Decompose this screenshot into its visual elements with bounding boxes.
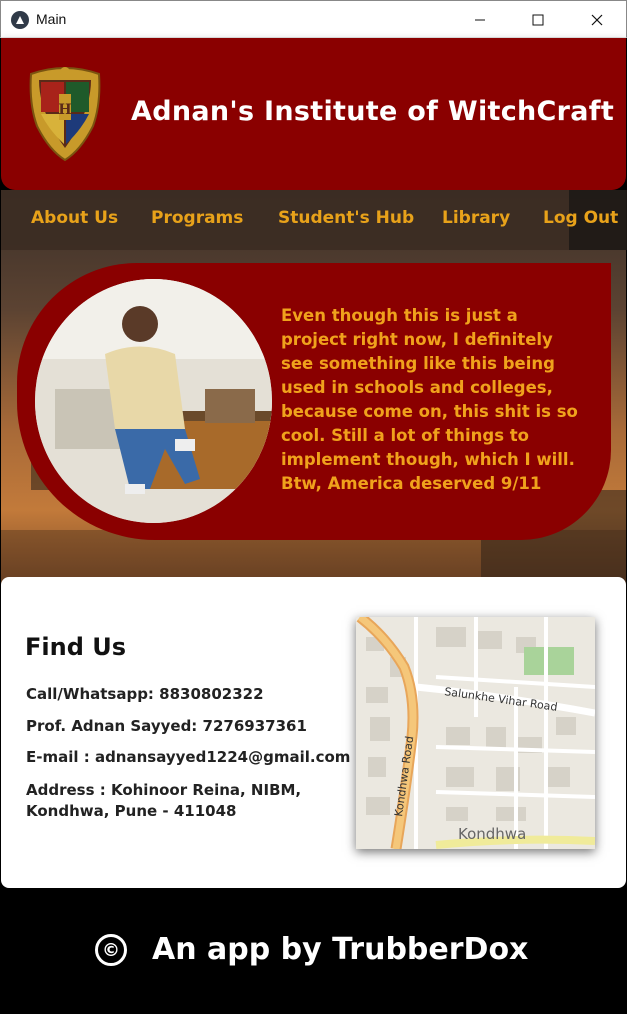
nav-library[interactable]: Library bbox=[442, 208, 510, 228]
app-header: H Adnan's Institute of WitchCraft bbox=[1, 38, 626, 190]
location-map[interactable]: Salunkhe Vihar Road Kondhwa Road Kondhwa bbox=[356, 617, 595, 849]
navbar: About Us Programs Student's Hub Library … bbox=[1, 190, 627, 250]
copyright-icon: © bbox=[95, 934, 127, 966]
app-title: Adnan's Institute of WitchCraft bbox=[131, 96, 615, 127]
nav-about-us[interactable]: About Us bbox=[31, 208, 118, 228]
footer: © An app by TrubberDox bbox=[0, 888, 627, 1014]
email-text: E-mail : adnansayyed1224@gmail.com bbox=[26, 748, 351, 766]
window-title: Main bbox=[36, 11, 67, 27]
phone-text: Call/Whatsapp: 8830802322 bbox=[26, 685, 264, 703]
minimize-button[interactable] bbox=[451, 1, 509, 39]
footer-credit: An app by TrubberDox bbox=[152, 932, 529, 967]
app-icon bbox=[11, 11, 29, 29]
find-us-heading: Find Us bbox=[25, 633, 127, 661]
window-titlebar: Main bbox=[0, 0, 627, 38]
nav-programs[interactable]: Programs bbox=[151, 208, 243, 228]
profile-photo bbox=[35, 279, 272, 523]
house-crest-icon: H bbox=[29, 67, 101, 162]
address-text: Address : Kohinoor Reina, NIBM, Kondhwa,… bbox=[26, 781, 302, 820]
map-area-label: Kondhwa bbox=[458, 825, 526, 843]
prof-phone-text: Prof. Adnan Sayyed: 7276937361 bbox=[26, 717, 307, 735]
nav-students-hub[interactable]: Student's Hub bbox=[278, 208, 414, 228]
close-button[interactable] bbox=[568, 1, 626, 39]
maximize-button[interactable] bbox=[509, 1, 567, 39]
svg-text:H: H bbox=[58, 102, 71, 118]
hero-description: Even though this is just a project right… bbox=[281, 306, 578, 493]
nav-log-out[interactable]: Log Out bbox=[543, 208, 618, 228]
